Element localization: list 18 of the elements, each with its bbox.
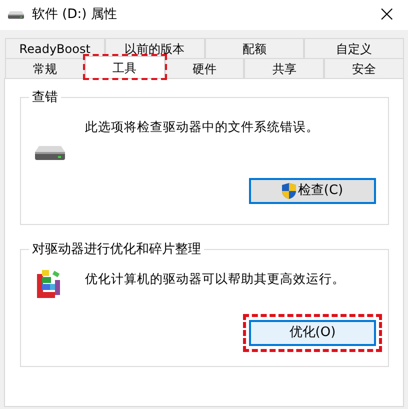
drive-icon [35, 146, 65, 160]
tab[interactable]: 硬件 [164, 58, 244, 78]
button[interactable]: 检查(C) [249, 178, 376, 204]
tab[interactable]: 安全 [324, 58, 404, 78]
tab[interactable]: 工具 [84, 56, 165, 78]
tab[interactable]: ReadyBoost [5, 38, 105, 58]
window-title: 软件 (D:) 属性 [32, 6, 117, 24]
tab[interactable]: 共享 [244, 58, 324, 78]
close-button[interactable]: × [374, 4, 400, 26]
description-text: 此选项将检查驱动器中的文件系统错误。 [85, 118, 320, 136]
defrag-icon [35, 268, 63, 300]
drive-icon [8, 11, 24, 19]
tab[interactable]: 配额 [204, 38, 304, 58]
description-text: 优化计算机的驱动器可以帮助其更高效运行。 [85, 270, 346, 288]
shield-icon [282, 183, 296, 199]
tab[interactable]: 自定义 [304, 38, 404, 58]
tab[interactable]: 常规 [5, 58, 85, 78]
button[interactable]: 优化(O) [249, 320, 376, 346]
